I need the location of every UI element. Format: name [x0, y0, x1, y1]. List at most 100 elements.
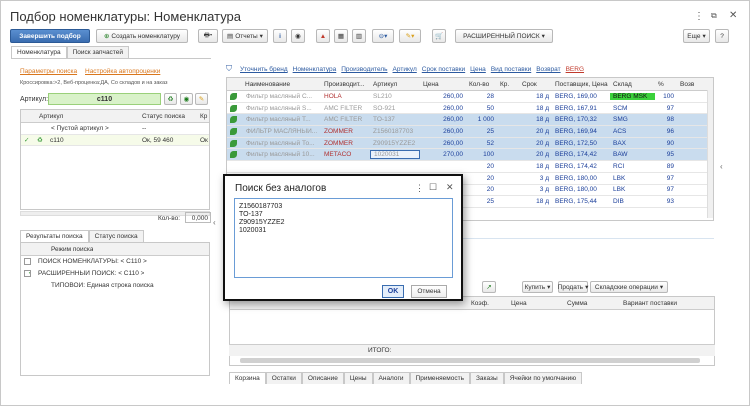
tab-orders[interactable]: Заказы	[469, 372, 504, 384]
tab-applicability[interactable]: Применяемость	[409, 372, 470, 384]
tab-search-results[interactable]: Результаты поиска	[20, 230, 89, 242]
link-berg[interactable]: BERG	[566, 66, 584, 73]
horizontal-scrollbar[interactable]	[20, 211, 210, 216]
table-row[interactable]: 20 18 д BERG, 174,42 RCI 89	[227, 161, 713, 173]
collapse-left-icon[interactable]: ‹	[213, 218, 216, 227]
offer-term: 18 д	[536, 116, 549, 124]
maximize-icon[interactable]: ☐	[429, 182, 437, 193]
table-row[interactable]: Фильтр масляный То... ZOMMER Z90915YZZE2 26…	[227, 137, 713, 150]
view-button[interactable]: ◉	[291, 29, 305, 43]
printer-icon: 🖶▾	[203, 31, 213, 39]
link-return[interactable]: Возврат	[536, 66, 560, 73]
table-row[interactable]: ФИЛЬТР МАСЛЯНЫЙ... ZOMMER Z1560187703 260,0…	[227, 126, 713, 138]
sell-button[interactable]: Продать ▾	[558, 281, 588, 293]
col-term: Срок	[522, 80, 537, 88]
reports-icon: ▤	[227, 33, 234, 40]
offer-article: TO-137	[373, 116, 395, 124]
offer-price: 260,00	[443, 92, 463, 100]
print-button[interactable]: 🖶▾	[198, 29, 218, 43]
list-item[interactable]: ТИПОВОЙ: Единая строка поиска	[21, 279, 209, 291]
tab-nomenclature[interactable]: Номенклатура	[11, 46, 67, 58]
col-price: Цена	[423, 80, 439, 88]
close-icon[interactable]: ✕	[729, 10, 737, 21]
tab-search-status[interactable]: Статус поиска	[88, 230, 144, 242]
ok-button[interactable]: OK	[382, 285, 404, 298]
create-item-button[interactable]: ⊕ Создать номенклатуру	[96, 29, 188, 43]
more-button[interactable]: Еще ▾	[683, 29, 710, 43]
close-icon[interactable]: ✕	[446, 182, 454, 193]
recycle-icon: ♻	[167, 96, 174, 103]
finish-selection-button[interactable]: Завершить подбор	[10, 29, 90, 43]
reports-button[interactable]: ▤ Отчеты ▾	[222, 29, 268, 43]
qty-input[interactable]: 0,000	[185, 212, 211, 223]
link-nomenclature[interactable]: Номенклатура	[293, 66, 337, 73]
minus-menu-button[interactable]: ⊖▾	[372, 29, 394, 43]
offer-name: Фильтр масляный S...	[246, 104, 312, 112]
extended-search-button[interactable]: РАСШИРЕННЫЙ ПОИСК ▾	[455, 29, 553, 43]
list-item[interactable]: ✓ РАСШИРЕННЫЙ ПОИСК: < C110 >	[21, 268, 209, 280]
target-button[interactable]: ◉	[180, 93, 193, 105]
col-status: Статус поиска	[142, 112, 185, 120]
more-vertical-icon[interactable]: ⋮	[415, 183, 424, 194]
table-button[interactable]: ▥	[352, 29, 366, 43]
tab-analogs[interactable]: Аналоги	[372, 372, 410, 384]
warehouse-ops-button[interactable]: Складские операции ▾	[590, 281, 668, 293]
filter-icon[interactable]: ⛉	[226, 64, 232, 74]
vertical-scrollbar[interactable]	[707, 90, 713, 218]
more-vertical-icon[interactable]: ⋮	[694, 11, 704, 22]
restore-icon[interactable]: ⧉	[711, 11, 717, 21]
table-icon: ▥	[355, 33, 363, 40]
checkbox-checked[interactable]: ✓	[24, 270, 31, 278]
col-return: Возв	[680, 80, 695, 88]
tab-description[interactable]: Описание	[301, 372, 344, 384]
shapes-button[interactable]: ▲	[316, 29, 330, 43]
table-row[interactable]: Фильтр масляный Т... AMC FILTER TO-137 260,…	[227, 114, 713, 127]
offer-article: SO-921	[373, 104, 396, 112]
cart-scrollbar[interactable]	[240, 358, 700, 363]
article-line: Z90915YZZE2	[239, 219, 285, 226]
table-row[interactable]: Фильтр масляный С... HOLA SL210 260,00 28 18 …	[227, 91, 713, 103]
tab-default-cells[interactable]: Ячейки по умолчанию	[503, 372, 583, 384]
link-brand[interactable]: Уточнить бренд	[240, 66, 288, 73]
tab-parts-search[interactable]: Поиск запчастей	[66, 46, 129, 58]
article-input[interactable]: c110	[48, 93, 161, 105]
buy-button[interactable]: Купить ▾	[522, 281, 553, 293]
chevron-down-icon: ▾	[585, 284, 589, 291]
table-row[interactable]: ✓ ♻ c110 Ок, 59 460 Ок	[21, 134, 209, 147]
help-button[interactable]: ?	[715, 29, 729, 43]
offer-maker: ZOMMER	[324, 127, 353, 135]
table-row[interactable]: Фильтр масляный S... AMC FILTER SO-921 260,…	[227, 103, 713, 115]
collapse-right-icon[interactable]: ‹	[720, 162, 723, 171]
recycle-button[interactable]: ♻	[164, 93, 177, 105]
table-row[interactable]: < Пустой артикул > --	[21, 123, 209, 135]
cancel-button[interactable]: Отмена	[411, 285, 447, 298]
articles-textarea[interactable]: Z1560187703 TO-137 Z90915YZZE2 1020031	[234, 198, 453, 278]
link-delivery-term[interactable]: Срок поставки	[422, 66, 465, 73]
offer-term: 18 д	[536, 104, 549, 112]
link-article[interactable]: Артикул	[393, 66, 417, 73]
checkbox[interactable]	[24, 258, 31, 266]
buy-label: Купить	[524, 283, 546, 291]
link-delivery-type[interactable]: Вид поставки	[491, 66, 531, 73]
search-params-link[interactable]: Параметры поиска	[20, 68, 77, 75]
cart-button[interactable]: 🛒	[432, 29, 446, 43]
edit-button[interactable]: ✎	[195, 93, 208, 105]
col-cart-price: Цена	[511, 299, 527, 307]
offer-qty: 25	[486, 127, 494, 135]
tab-cart[interactable]: Корзина	[229, 372, 266, 384]
settings-menu-button[interactable]: ✎▾	[399, 29, 421, 43]
tab-divider	[11, 58, 211, 59]
offer-supplier: BERG, 174,42	[555, 162, 597, 170]
export-button[interactable]: ↗	[482, 281, 496, 293]
document-button[interactable]: ▦	[334, 29, 348, 43]
offer-supplier: BERG, 180,00	[555, 186, 597, 194]
link-manufacturer[interactable]: Производитель	[341, 66, 387, 73]
auto-settings-link[interactable]: Настройка автопроценки	[85, 68, 160, 75]
list-item[interactable]: ПОИСК НОМЕНКЛАТУРЫ: < C110 >	[21, 256, 209, 268]
tab-prices[interactable]: Цены	[343, 372, 373, 384]
filter-links: Уточнить бренд Номенклатура Производител…	[240, 66, 584, 73]
link-price[interactable]: Цена	[470, 66, 486, 73]
info-button[interactable]: i	[273, 29, 287, 43]
tab-stock[interactable]: Остатки	[265, 372, 302, 384]
table-row[interactable]: Фильтр масляный 10... METACO 1020031 270,00…	[227, 149, 713, 162]
